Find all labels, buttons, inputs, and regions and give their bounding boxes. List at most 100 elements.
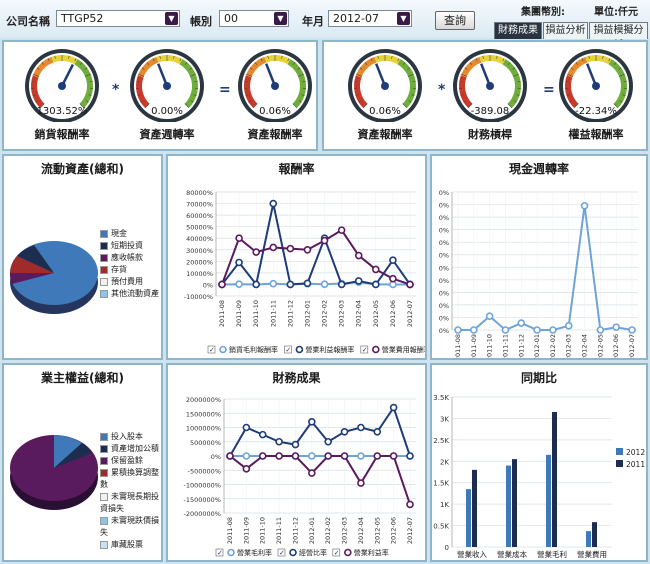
data-point xyxy=(389,403,398,412)
data-point xyxy=(291,452,300,460)
tab-profit-simulation[interactable]: 損益模擬分析 xyxy=(589,22,648,51)
bar xyxy=(552,412,557,547)
gauge-value: 0.06% xyxy=(369,106,401,117)
period-comparison-panel: 同期比 3.5K 3K 2.5K 2K 1.5K 1K 0.5K 0 營業收入 營業成本 營業毛利營… xyxy=(430,363,648,562)
gauge-value: 0.00% xyxy=(151,106,183,117)
gauge-label: 權益報酬率 xyxy=(568,128,624,141)
data-point xyxy=(470,326,478,334)
x-tick-label: 2012-07 xyxy=(406,517,414,544)
financial-results-panel: 財務成果 2000000% 1500000% 1000000% 500000% 0% -5… xyxy=(166,363,427,562)
x-tick-label: 2011-09 xyxy=(242,517,250,544)
chevron-down-icon[interactable]: ▼ xyxy=(165,12,178,25)
y-tick-label: 0% xyxy=(439,302,449,310)
data-point xyxy=(357,452,365,460)
data-point xyxy=(612,323,620,332)
x-tick-label: 2012-04 xyxy=(581,334,589,358)
bar xyxy=(506,465,511,547)
gauge-label: 資產報酬率 xyxy=(247,128,303,141)
y-tick-label: 0% xyxy=(439,314,449,322)
return-rate-chart: 80000% 70000% 60000% 50000% 40000% 30000% 2000… xyxy=(184,189,425,354)
series-line xyxy=(221,281,410,286)
legend-marker xyxy=(372,345,380,354)
chevron-down-icon[interactable]: ▼ xyxy=(397,12,410,25)
data-point xyxy=(389,452,398,460)
cash-turnover-chart: 0% 0% 0% 0% 0% 0% 0% 0% 0% 0% 0% 0% 2011-08 2011-09 20… xyxy=(439,189,638,358)
data-point xyxy=(235,234,243,243)
check-icon: ✓ xyxy=(209,346,215,354)
x-tick-label: 2012-07 xyxy=(628,334,636,358)
y-tick-label: 0% xyxy=(439,214,449,222)
filter-bar: 公司名稱 TTGP52 ▼ 帳別 00 ▼ 年月 2012-07 ▼ 查詢 集團… xyxy=(0,0,650,51)
data-point xyxy=(357,479,365,487)
account-select[interactable]: 00 ▼ xyxy=(219,10,289,27)
legend-item: 未實現長期投資損失 xyxy=(100,491,161,515)
x-tick-label: 2012-01 xyxy=(303,300,311,327)
x-tick-label: 2011-09 xyxy=(235,300,243,327)
query-button[interactable]: 查詢 xyxy=(435,11,475,30)
y-tick-label: 0% xyxy=(439,327,449,335)
chevron-down-icon[interactable]: ▼ xyxy=(274,12,287,25)
data-point xyxy=(275,437,283,446)
legend-label: 應收帳款 xyxy=(111,253,143,262)
y-tick-label: -10000% xyxy=(184,293,213,301)
legend-item: 未實現跌價損失 xyxy=(100,515,161,539)
cash-turnover-panel: 現金週轉率 0% 0% 0% 0% 0% 0% 0% 0% 0% 0% 0% 0% 2011-08 201… xyxy=(430,154,648,360)
data-point xyxy=(291,440,300,449)
legend-swatch xyxy=(100,540,108,549)
y-tick-label: 0% xyxy=(439,264,449,272)
tab-financial-results[interactable]: 財務成果 xyxy=(494,22,542,39)
x-tick-label: 2011-10 xyxy=(252,300,260,327)
legend-swatch xyxy=(100,468,108,477)
y-tick-label: 0% xyxy=(439,202,449,210)
legend-item: 存貨 xyxy=(100,264,159,276)
equals-operator: = xyxy=(219,82,231,98)
gauge-hub xyxy=(58,82,66,90)
data-point xyxy=(533,326,541,334)
x-tick-label: 2011-11 xyxy=(269,300,277,327)
gauge-label: 資產報酬率 xyxy=(357,128,413,141)
data-point xyxy=(258,430,267,439)
current-assets-legend: 現金 短期投資 應收帳款 存貨 預付費用 其他流動資產 xyxy=(100,228,159,300)
legend-label: 存貨 xyxy=(111,265,127,274)
legend-item: 庫藏股票 xyxy=(100,539,161,551)
legend-item: 資產增加公積 xyxy=(100,443,161,455)
x-tick-label: 2012-06 xyxy=(390,517,398,544)
x-tick-label: 2012-06 xyxy=(612,334,620,358)
legend-label: 累積換算調整數 xyxy=(100,468,159,489)
data-point xyxy=(373,452,382,460)
y-tick-label: 10000% xyxy=(186,270,213,278)
legend-swatch xyxy=(616,460,623,467)
month-select[interactable]: 2012-07 ▼ xyxy=(328,10,412,27)
data-point xyxy=(340,427,349,436)
legend-label: 經營比率 xyxy=(299,548,327,557)
company-select[interactable]: TTGP52 ▼ xyxy=(56,10,180,27)
data-point xyxy=(517,319,526,327)
y-tick-label: 3K xyxy=(440,415,449,423)
legend-label: 銷貨毛利報酬率 xyxy=(229,345,278,354)
legend-marker xyxy=(289,548,297,557)
data-point xyxy=(549,326,557,334)
legend-item: 現金 xyxy=(100,228,159,240)
gauge-hub xyxy=(592,82,600,90)
x-tick-label: 2012-05 xyxy=(596,334,604,358)
legend-label: 營業費用報酬率 xyxy=(382,345,425,354)
data-point xyxy=(252,248,260,256)
gauge-label: 財務槓桿 xyxy=(468,128,512,141)
check-icon: ✓ xyxy=(217,549,223,557)
gauge-value: 1303.52% xyxy=(37,106,88,117)
data-point xyxy=(286,244,295,253)
return-rate-panel: 報酬率 80000% 70000% 60000% 50000% 40000% 30000%… xyxy=(166,154,427,360)
series-line xyxy=(229,455,411,505)
tab-profit-analysis[interactable]: 損益分析 xyxy=(543,22,588,39)
month-value: 2012-07 xyxy=(333,12,379,25)
unit-label: 單位:仟元 xyxy=(594,7,638,18)
current-assets-panel: 流動資產(總和) 現金 短期投資 應收帳款 存貨 預付費用 其他流動資產 xyxy=(2,154,163,360)
x-tick-label: 2011-10 xyxy=(259,517,267,544)
legend-label: 資產增加公積 xyxy=(111,444,159,453)
gauge-label: 資產週轉率 xyxy=(139,128,195,141)
y-tick-label: 1500000% xyxy=(186,410,221,418)
legend-marker xyxy=(344,548,352,557)
data-point xyxy=(242,423,251,432)
x-tick-label: 2012-03 xyxy=(565,334,573,358)
y-tick-label: 0% xyxy=(439,289,449,297)
